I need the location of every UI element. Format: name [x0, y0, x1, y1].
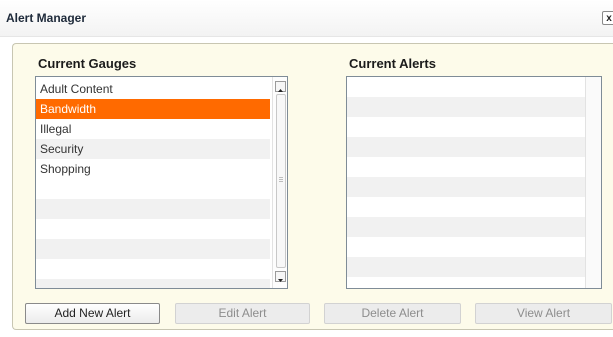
list-row-empty	[347, 237, 585, 257]
list-row-empty	[347, 97, 585, 117]
list-item[interactable]: Illegal	[36, 119, 270, 139]
list-item-selected[interactable]: Bandwidth	[36, 99, 270, 119]
alerts-list[interactable]	[346, 76, 602, 289]
list-row-empty	[347, 257, 585, 277]
delete-alert-button[interactable]: Delete Alert	[324, 303, 461, 324]
list-row-empty	[36, 259, 270, 279]
window-title: Alert Manager	[6, 11, 87, 25]
list-row-empty	[347, 137, 585, 157]
list-row-empty	[347, 117, 585, 137]
list-item[interactable]: Security	[36, 139, 270, 159]
scroll-thumb[interactable]	[276, 94, 286, 268]
title-bar: Alert Manager x	[0, 0, 613, 37]
list-row-empty	[347, 77, 585, 97]
list-row-empty	[347, 177, 585, 197]
list-row-empty	[36, 219, 270, 239]
list-row-empty	[347, 217, 585, 237]
current-alerts-title: Current Alerts	[349, 56, 436, 71]
scroll-down-button[interactable]	[275, 271, 286, 282]
edit-alert-button[interactable]: Edit Alert	[175, 303, 310, 324]
alerts-scrollbar[interactable]	[585, 77, 601, 288]
list-row-empty	[36, 239, 270, 259]
list-row-empty	[347, 157, 585, 177]
gauges-scrollbar[interactable]	[272, 77, 287, 288]
view-alert-button[interactable]: View Alert	[475, 303, 612, 324]
list-row-empty	[36, 279, 270, 288]
current-gauges-title: Current Gauges	[38, 56, 137, 71]
close-icon: x	[606, 13, 612, 24]
list-row-empty	[36, 199, 270, 219]
list-item[interactable]: Shopping	[36, 159, 270, 179]
alert-manager-panel: Current Gauges Current Alerts Adult Cont…	[12, 43, 613, 330]
list-item[interactable]: Adult Content	[36, 79, 270, 99]
scroll-up-button[interactable]	[275, 81, 286, 92]
list-row-empty	[347, 197, 585, 217]
close-button[interactable]: x	[602, 11, 613, 25]
add-new-alert-button[interactable]: Add New Alert	[25, 303, 160, 324]
list-row-empty	[36, 179, 270, 199]
list-row-empty	[347, 277, 585, 288]
arrow-down-icon	[278, 279, 283, 282]
gauges-list[interactable]: Adult Content Bandwidth Illegal Security…	[35, 76, 288, 289]
